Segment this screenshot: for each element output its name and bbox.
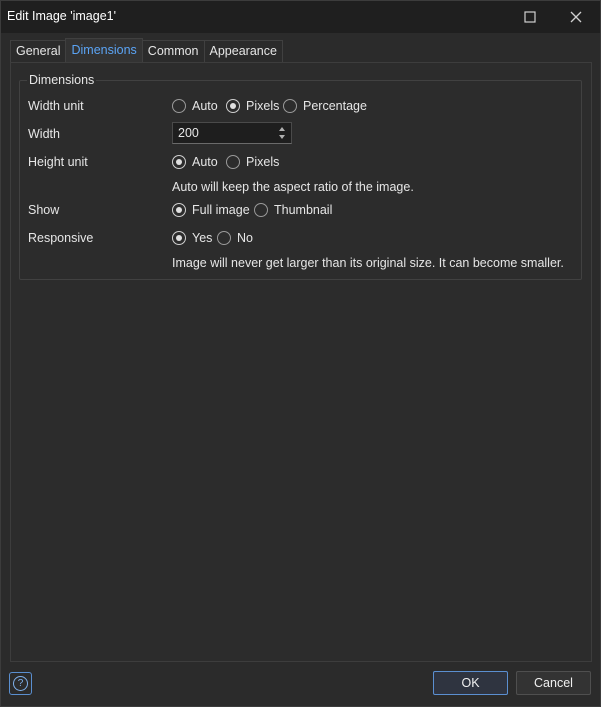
maximize-icon [524, 11, 536, 23]
spin-up-icon[interactable] [279, 127, 285, 131]
show-thumbnail-radio[interactable]: Thumbnail [254, 203, 332, 217]
width-input[interactable] [178, 126, 273, 140]
groupbox-legend: Dimensions [27, 73, 97, 87]
tab-dimensions[interactable]: Dimensions [65, 38, 143, 62]
radio-label: No [237, 231, 253, 245]
width-unit-percentage-radio[interactable]: Percentage [283, 99, 367, 113]
edit-image-dialog: Edit Image 'image1' General Dimensions C… [0, 0, 601, 707]
radio-circle [172, 155, 186, 169]
height-unit-hint: Auto will keep the aspect ratio of the i… [172, 180, 414, 194]
help-button[interactable]: ? [9, 672, 32, 695]
responsive-yes-radio[interactable]: Yes [172, 231, 212, 245]
spin-down-icon[interactable] [279, 135, 285, 139]
show-label: Show [28, 203, 60, 217]
radio-label: Auto [192, 155, 218, 169]
width-spinbox[interactable] [172, 122, 292, 144]
radio-circle [283, 99, 297, 113]
radio-circle [226, 99, 240, 113]
dimensions-panel: Dimensions Width unit Auto Pixels Percen… [10, 62, 592, 662]
spin-arrows[interactable] [276, 124, 290, 142]
radio-circle [217, 231, 231, 245]
radio-circle [172, 99, 186, 113]
radio-circle [226, 155, 240, 169]
height-unit-auto-radio[interactable]: Auto [172, 155, 218, 169]
tab-appearance[interactable]: Appearance [203, 40, 283, 62]
radio-label: Percentage [303, 99, 367, 113]
width-unit-label: Width unit [28, 99, 84, 113]
tab-general[interactable]: General [10, 40, 67, 62]
title-bar[interactable]: Edit Image 'image1' [1, 1, 600, 33]
close-icon [570, 11, 582, 23]
tab-common[interactable]: Common [141, 40, 205, 62]
question-mark-icon: ? [13, 676, 28, 691]
responsive-hint: Image will never get larger than its ori… [172, 256, 564, 270]
width-unit-pixels-radio[interactable]: Pixels [226, 99, 279, 113]
responsive-label: Responsive [28, 231, 94, 245]
radio-circle [172, 231, 186, 245]
dimensions-groupbox: Dimensions Width unit Auto Pixels Percen… [19, 73, 582, 280]
height-unit-pixels-radio[interactable]: Pixels [226, 155, 279, 169]
width-label: Width [28, 127, 60, 141]
radio-label: Full image [192, 203, 250, 217]
radio-label: Auto [192, 99, 218, 113]
maximize-button[interactable] [507, 1, 553, 33]
radio-circle [254, 203, 268, 217]
height-unit-label: Height unit [28, 155, 88, 169]
close-button[interactable] [553, 1, 599, 33]
tab-strip: General Dimensions Common Appearance [10, 38, 283, 62]
radio-label: Pixels [246, 155, 280, 169]
width-unit-auto-radio[interactable]: Auto [172, 99, 218, 113]
radio-circle [172, 203, 186, 217]
radio-label: Yes [192, 231, 213, 245]
cancel-button[interactable]: Cancel [516, 671, 591, 695]
show-full-image-radio[interactable]: Full image [172, 203, 250, 217]
radio-label: Thumbnail [274, 203, 333, 217]
ok-button[interactable]: OK [433, 671, 508, 695]
responsive-no-radio[interactable]: No [217, 231, 253, 245]
radio-label: Pixels [246, 99, 280, 113]
window-title: Edit Image 'image1' [7, 9, 116, 23]
